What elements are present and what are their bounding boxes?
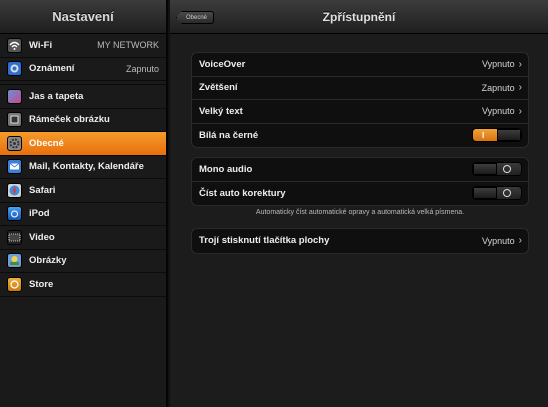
row-voiceover[interactable]: VoiceOver Vypnuto › bbox=[192, 53, 528, 77]
chevron-right-icon: › bbox=[518, 82, 522, 94]
toggle-knob[interactable] bbox=[473, 187, 497, 200]
sidebar-item-video[interactable]: Video bbox=[0, 226, 166, 250]
sidebar-item-notifications[interactable]: Oznámení Zapnuto bbox=[0, 58, 166, 81]
sidebar-item-brightness[interactable]: Jas a tapeta bbox=[0, 85, 166, 109]
row-label: VoiceOver bbox=[199, 58, 246, 70]
row-value: Vypnuto bbox=[481, 59, 515, 70]
sidebar-item-label: Obecné bbox=[29, 137, 64, 149]
row-value: Zapnuto bbox=[481, 82, 515, 93]
row-white-on-black: Bílá na černé I bbox=[192, 124, 528, 148]
picture-frame-icon bbox=[7, 112, 22, 128]
sidebar-item-value: MY NETWORK bbox=[97, 40, 159, 51]
toggle-on-text: I bbox=[482, 131, 485, 141]
row-label: Zvětšení bbox=[199, 82, 238, 94]
settings-group-vision: VoiceOver Vypnuto › Zvětšení Zapnuto › Vel… bbox=[191, 52, 529, 148]
row-mono-audio: Mono audio bbox=[192, 158, 528, 182]
sidebar-item-general[interactable]: Obecné bbox=[0, 132, 166, 156]
sidebar-item-label: Store bbox=[29, 278, 54, 290]
row-value: Vypnuto bbox=[481, 235, 515, 246]
sidebar-item-label: Rámeček obrázku bbox=[29, 114, 110, 126]
sidebar-item-safari[interactable]: Safari bbox=[0, 179, 166, 203]
video-icon bbox=[7, 229, 22, 245]
chevron-right-icon: › bbox=[518, 58, 522, 70]
sidebar-item-picture-frame[interactable]: Rámeček obrázku bbox=[0, 109, 166, 132]
row-zoom[interactable]: Zvětšení Zapnuto › bbox=[192, 77, 528, 100]
sidebar-item-label: Wi-Fi bbox=[29, 39, 53, 51]
toggle-off-icon bbox=[503, 189, 511, 198]
row-large-text[interactable]: Velký text Vypnuto › bbox=[192, 100, 528, 124]
toggle-knob[interactable] bbox=[473, 163, 497, 176]
settings-group-audio: Mono audio Číst auto korektury bbox=[191, 157, 529, 206]
general-gear-icon bbox=[7, 135, 22, 151]
mail-icon bbox=[7, 159, 22, 175]
sidebar-title: Nastavení bbox=[0, 0, 166, 34]
sidebar-item-label: Jas a tapeta bbox=[29, 90, 84, 102]
photos-icon bbox=[7, 253, 22, 269]
sidebar-item-label: iPod bbox=[29, 208, 50, 220]
sidebar-item-label: Video bbox=[29, 231, 55, 243]
page-title: Zpřístupnění bbox=[322, 10, 396, 24]
row-label: Mono audio bbox=[199, 163, 253, 175]
row-value: Vypnuto bbox=[481, 106, 515, 117]
store-icon bbox=[7, 276, 22, 292]
sidebar: Nastavení Wi-Fi MY NETWORK Oznámení Zapn… bbox=[0, 0, 168, 407]
footer-note: Automaticky číst automatické opravy a au… bbox=[255, 209, 465, 216]
safari-icon bbox=[7, 182, 22, 198]
sidebar-item-ipod[interactable]: iPod bbox=[0, 203, 166, 226]
sidebar-item-label: Obrázky bbox=[29, 255, 67, 267]
sidebar-item-wifi[interactable]: Wi-Fi MY NETWORK bbox=[0, 34, 166, 58]
sidebar-item-photos[interactable]: Obrázky bbox=[0, 250, 166, 273]
settings-group-home-click: Trojí stisknutí tlačítka plochy Vypnuto › bbox=[191, 228, 529, 254]
speak-autotext-toggle[interactable] bbox=[472, 186, 522, 201]
row-label: Číst auto korektury bbox=[199, 187, 286, 199]
sidebar-item-label: Safari bbox=[29, 184, 56, 196]
sidebar-item-mail[interactable]: Mail, Kontakty, Kalendáře bbox=[0, 156, 166, 179]
sidebar-item-label: Oznámení bbox=[29, 63, 75, 75]
row-label: Velký text bbox=[199, 105, 243, 117]
sidebar-item-store[interactable]: Store bbox=[0, 273, 166, 297]
main-panel: Obecné Zpřístupnění VoiceOver Vypnuto › Z… bbox=[170, 0, 548, 407]
wifi-icon bbox=[7, 37, 22, 53]
chevron-right-icon: › bbox=[518, 235, 522, 247]
ipod-icon bbox=[7, 206, 22, 222]
row-label: Bílá na černé bbox=[199, 129, 259, 141]
chevron-right-icon: › bbox=[518, 105, 522, 117]
row-label: Trojí stisknutí tlačítka plochy bbox=[199, 235, 330, 247]
brightness-wallpaper-icon bbox=[7, 88, 22, 104]
notifications-icon bbox=[7, 61, 22, 77]
toggle-off-icon bbox=[503, 165, 511, 174]
sidebar-item-label: Mail, Kontakty, Kalendáře bbox=[29, 161, 144, 173]
toggle-knob[interactable] bbox=[497, 129, 521, 142]
row-triple-click-home[interactable]: Trojí stisknutí tlačítka plochy Vypnuto › bbox=[192, 229, 528, 253]
row-speak-autotext: Číst auto korektury bbox=[192, 182, 528, 206]
sidebar-item-value: Zapnuto bbox=[125, 63, 159, 74]
mono-audio-toggle[interactable] bbox=[472, 162, 522, 177]
white-on-black-toggle[interactable]: I bbox=[472, 128, 522, 143]
navigation-bar: Obecné Zpřístupnění bbox=[170, 0, 548, 34]
